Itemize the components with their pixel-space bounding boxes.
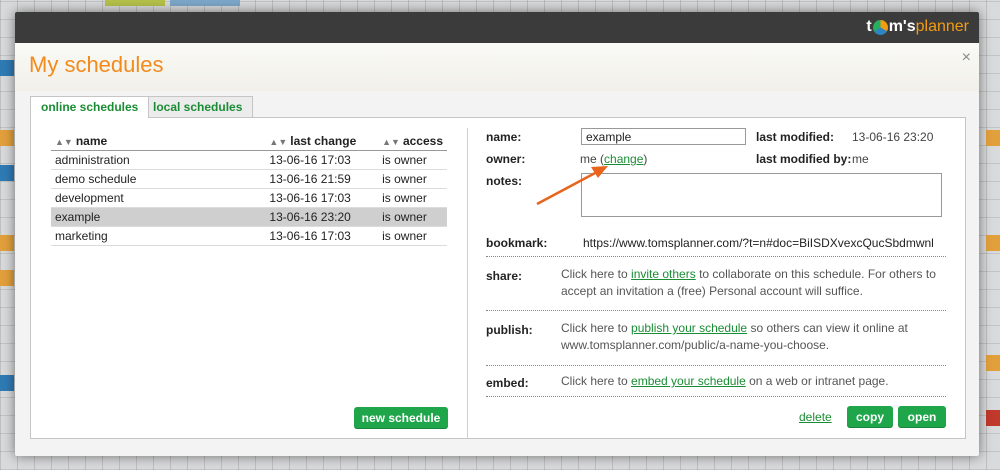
tab-online-schedules[interactable]: online schedules — [30, 96, 150, 118]
arrow-line — [536, 170, 598, 206]
orange-arrow-annotation — [536, 166, 608, 206]
arrow-head — [591, 166, 608, 178]
